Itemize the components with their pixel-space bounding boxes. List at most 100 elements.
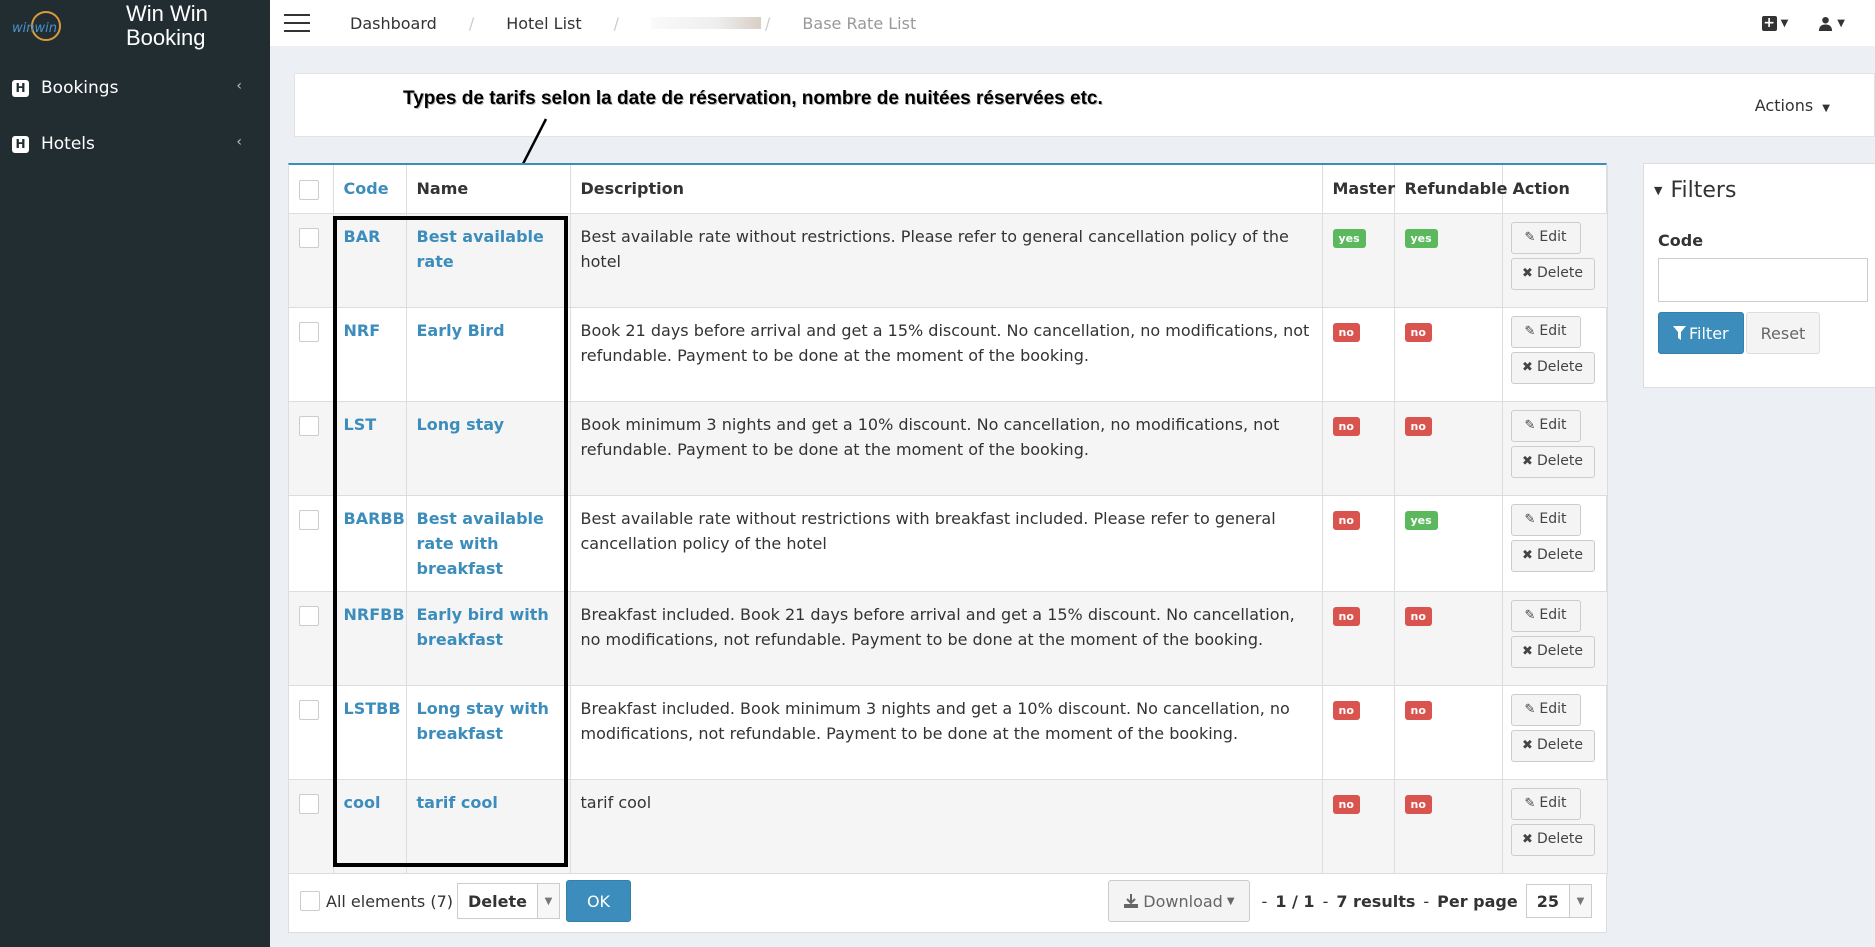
all-elements-checkbox[interactable] bbox=[300, 891, 320, 911]
code-cell: LST bbox=[333, 401, 407, 496]
rate-name-link[interactable]: Early Bird bbox=[417, 321, 505, 340]
master-badge: no bbox=[1332, 510, 1360, 530]
delete-button[interactable]: ✖ Delete bbox=[1510, 351, 1595, 384]
rate-code-link[interactable]: LSTBB bbox=[344, 699, 401, 718]
edit-button[interactable]: ✎ Edit bbox=[1510, 221, 1581, 254]
row-checkbox[interactable] bbox=[299, 415, 319, 436]
edit-button[interactable]: ✎ Edit bbox=[1510, 693, 1581, 726]
delete-label: Delete bbox=[1536, 547, 1583, 563]
sidebar-item-hotels[interactable]: H Hotels ‹ bbox=[0, 116, 270, 172]
rate-code-link[interactable]: BARBB bbox=[344, 509, 405, 528]
row-select-cell bbox=[289, 779, 334, 874]
action-cell: ✎ Edit ✖ Delete bbox=[1502, 591, 1608, 686]
row-select-cell bbox=[289, 591, 334, 686]
row-checkbox[interactable] bbox=[299, 699, 319, 720]
edit-button[interactable]: ✎ Edit bbox=[1510, 787, 1581, 820]
refundable-badge: no bbox=[1404, 416, 1432, 436]
edit-label: Edit bbox=[1539, 701, 1567, 717]
funnel-icon bbox=[1673, 326, 1686, 340]
annotation-text: Types de tarifs selon la date de réserva… bbox=[403, 88, 1103, 109]
name-column-header: Name bbox=[406, 165, 571, 214]
code-column-header[interactable]: Code bbox=[333, 165, 407, 214]
rate-code-link[interactable]: cool bbox=[344, 793, 381, 812]
master-badge: no bbox=[1332, 606, 1360, 626]
breadcrumb-dashboard[interactable]: Dashboard bbox=[350, 14, 437, 33]
select-all-checkbox[interactable] bbox=[299, 179, 319, 200]
filters-panel: ▼ Filters Code Filter Reset bbox=[1643, 163, 1875, 388]
batch-ok-button[interactable]: OK bbox=[565, 880, 632, 922]
code-cell: BARBB bbox=[333, 495, 407, 592]
rate-name-link[interactable]: Best available rate with breakfast bbox=[417, 509, 544, 578]
delete-button[interactable]: ✖ Delete bbox=[1510, 635, 1595, 668]
breadcrumb-redacted[interactable] bbox=[651, 17, 762, 29]
row-checkbox[interactable] bbox=[299, 227, 319, 248]
menu-toggle-icon[interactable] bbox=[284, 14, 310, 32]
edit-icon: ✎ bbox=[1524, 418, 1536, 433]
download-button[interactable]: Download ▼ bbox=[1108, 880, 1250, 922]
rate-code-link[interactable]: BAR bbox=[344, 227, 381, 246]
caret-down-icon: ▼ bbox=[1822, 103, 1830, 114]
edit-button[interactable]: ✎ Edit bbox=[1510, 315, 1581, 348]
description-cell: Best available rate without restrictions… bbox=[570, 213, 1323, 308]
action-cell: ✎ Edit ✖ Delete bbox=[1502, 495, 1608, 592]
rate-name-link[interactable]: Long stay bbox=[417, 415, 505, 434]
row-checkbox[interactable] bbox=[299, 509, 319, 530]
reset-button[interactable]: Reset bbox=[1745, 312, 1821, 354]
refundable-cell: no bbox=[1394, 779, 1503, 874]
logo-area: winwin Win Win Booking bbox=[0, 0, 270, 52]
breadcrumb-separator: / bbox=[468, 13, 475, 33]
code-filter-input[interactable] bbox=[1658, 258, 1868, 302]
rate-name-link[interactable]: Long stay with breakfast bbox=[417, 699, 549, 743]
edit-icon: ✎ bbox=[1524, 230, 1536, 245]
sidebar-item-label: Bookings bbox=[41, 78, 119, 98]
row-checkbox[interactable] bbox=[299, 793, 319, 814]
delete-button[interactable]: ✖ Delete bbox=[1510, 539, 1595, 572]
edit-button[interactable]: ✎ Edit bbox=[1510, 503, 1581, 536]
batch-action-select[interactable]: Delete ▼ bbox=[456, 883, 560, 919]
action-cell: ✎ Edit ✖ Delete bbox=[1502, 307, 1608, 402]
chevron-left-icon: ‹ bbox=[236, 134, 242, 150]
actions-dropdown[interactable]: Actions ▼ bbox=[1755, 96, 1830, 115]
rate-name-link[interactable]: tarif cool bbox=[417, 793, 498, 812]
sidebar-item-bookings[interactable]: H Bookings ‹ bbox=[0, 60, 270, 116]
refundable-cell: no bbox=[1394, 307, 1503, 402]
master-cell: no bbox=[1322, 401, 1395, 496]
user-menu-button[interactable]: ▼ bbox=[1818, 16, 1845, 31]
close-icon: ✖ bbox=[1522, 454, 1533, 469]
master-cell: no bbox=[1322, 307, 1395, 402]
breadcrumb-hotel-list[interactable]: Hotel List bbox=[506, 14, 581, 33]
filters-toggle[interactable]: ▼ Filters bbox=[1654, 178, 1875, 203]
rate-code-link[interactable]: NRF bbox=[344, 321, 381, 340]
delete-button[interactable]: ✖ Delete bbox=[1510, 729, 1595, 762]
filter-button-label: Filter bbox=[1689, 323, 1729, 343]
delete-label: Delete bbox=[1536, 265, 1583, 281]
master-badge: no bbox=[1332, 322, 1360, 342]
master-cell: no bbox=[1322, 591, 1395, 686]
rate-code-link[interactable]: NRFBB bbox=[344, 605, 405, 624]
edit-button[interactable]: ✎ Edit bbox=[1510, 409, 1581, 442]
row-select-cell bbox=[289, 213, 334, 308]
add-menu-button[interactable]: + ▼ bbox=[1761, 15, 1788, 31]
row-checkbox[interactable] bbox=[299, 605, 319, 626]
rate-name-link[interactable]: Early bird with breakfast bbox=[417, 605, 549, 649]
table-row: BAR Best available rate Best available rat… bbox=[289, 213, 1608, 308]
row-checkbox[interactable] bbox=[299, 321, 319, 342]
row-select-cell bbox=[289, 401, 334, 496]
batch-action-value: Delete bbox=[467, 891, 527, 911]
rate-name-link[interactable]: Best available rate bbox=[417, 227, 544, 271]
delete-button[interactable]: ✖ Delete bbox=[1510, 445, 1595, 478]
filter-button[interactable]: Filter bbox=[1658, 312, 1744, 354]
refundable-cell: yes bbox=[1394, 213, 1503, 308]
close-icon: ✖ bbox=[1522, 266, 1533, 281]
caret-down-icon: ▼ bbox=[1654, 184, 1663, 197]
row-select-cell bbox=[289, 685, 334, 780]
logo-icon[interactable]: winwin bbox=[8, 6, 68, 46]
edit-button[interactable]: ✎ Edit bbox=[1510, 599, 1581, 632]
all-elements-label: All elements (7) bbox=[326, 891, 453, 911]
delete-button[interactable]: ✖ Delete bbox=[1510, 823, 1595, 856]
rate-code-link[interactable]: LST bbox=[344, 415, 377, 434]
delete-button[interactable]: ✖ Delete bbox=[1510, 257, 1595, 290]
per-page-select[interactable]: 25 ▼ bbox=[1525, 884, 1592, 918]
hotel-icon: H bbox=[12, 135, 29, 153]
close-icon: ✖ bbox=[1522, 738, 1533, 753]
